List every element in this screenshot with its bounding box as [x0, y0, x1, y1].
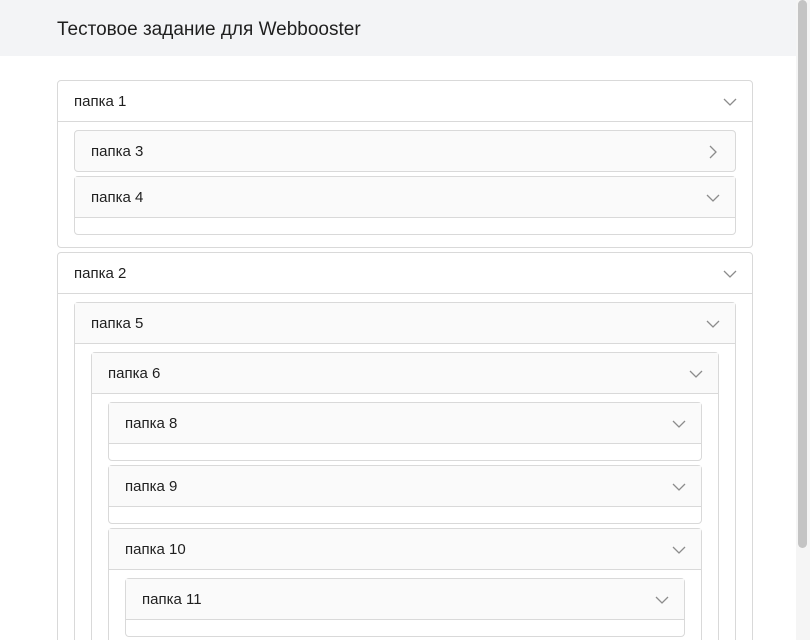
folder-3-header[interactable]: папка 3 [75, 131, 735, 171]
chevron-down-icon [688, 366, 704, 382]
folder-label: папка 9 [125, 478, 178, 495]
chevron-down-icon [722, 94, 738, 110]
chevron-down-icon [671, 542, 687, 558]
folder-10-header[interactable]: папка 10 [109, 529, 701, 570]
folder-4-header[interactable]: папка 4 [75, 177, 735, 218]
folder-label: папка 10 [125, 541, 186, 558]
chevron-right-icon [705, 144, 721, 160]
folder-label: папка 6 [108, 365, 161, 382]
page-title: Тестовое задание для Webbooster [57, 19, 361, 40]
folder-label: папка 5 [91, 315, 144, 332]
chevron-down-icon [705, 190, 721, 206]
folder-6-header[interactable]: папка 6 [92, 353, 718, 394]
folder-label: папка 2 [74, 265, 127, 282]
chevron-down-icon [722, 266, 738, 282]
chevron-down-icon [671, 416, 687, 432]
chevron-down-icon [671, 479, 687, 495]
folder-label: папка 8 [125, 415, 178, 432]
folder-label: папка 4 [91, 189, 144, 206]
folder-5-header[interactable]: папка 5 [75, 303, 735, 344]
folder-9-header[interactable]: папка 9 [109, 466, 701, 507]
folder-8-header[interactable]: папка 8 [109, 403, 701, 444]
folder-label: папка 11 [142, 591, 202, 608]
app-header: Тестовое задание для Webbooster [0, 0, 796, 56]
folder-label: папка 3 [91, 143, 144, 160]
page: Тестовое задание для Webbooster папка 1 … [0, 0, 810, 640]
chevron-down-icon [654, 592, 670, 608]
scrollbar-thumb[interactable] [798, 0, 807, 548]
folder-1-header[interactable]: папка 1 [58, 81, 752, 122]
chevron-down-icon [705, 316, 721, 332]
folder-label: папка 1 [74, 93, 127, 110]
folder-2-header[interactable]: папка 2 [58, 253, 752, 294]
folder-11-header[interactable]: папка 11 [126, 579, 684, 620]
